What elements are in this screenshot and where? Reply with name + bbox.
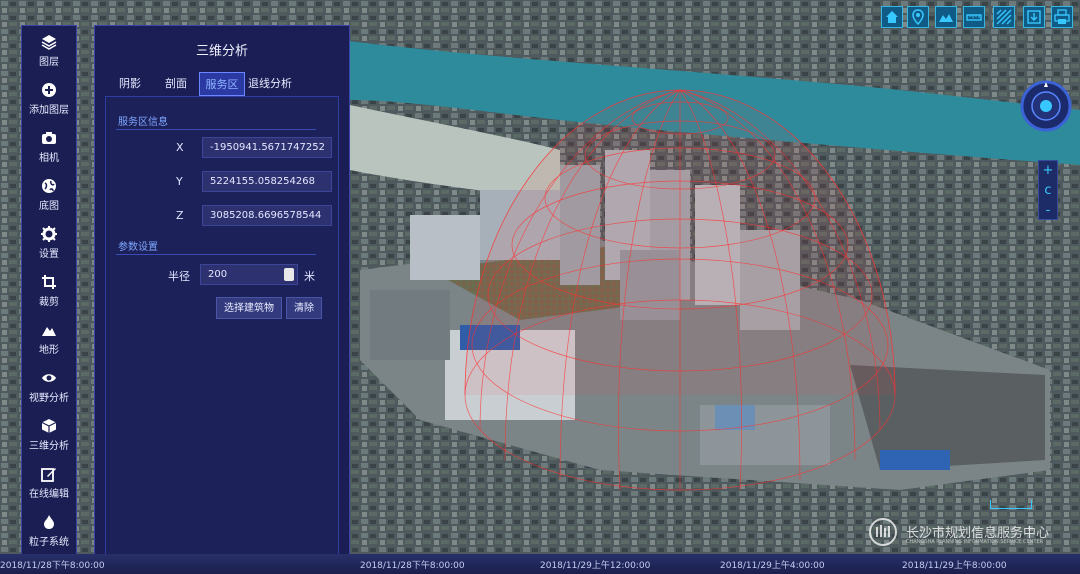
divider xyxy=(116,254,316,255)
ruler-icon[interactable] xyxy=(963,6,985,28)
service-area-content: 服务区信息 X -1950941.5671747252 Y 5224155.05… xyxy=(105,96,339,566)
tab-shadow[interactable]: 阴影 xyxy=(119,72,141,96)
service-info-heading: 服务区信息 xyxy=(118,117,168,128)
sidebar-item-label: 图层 xyxy=(39,57,59,68)
sidebar-item-basemap[interactable]: 底图 xyxy=(22,172,76,220)
sidebar-item-label: 底图 xyxy=(39,201,59,212)
hatch-area-icon[interactable] xyxy=(993,6,1015,28)
y-field[interactable]: 5224155.058254268 xyxy=(202,171,332,192)
radius-stepper[interactable]: 200 xyxy=(200,264,298,285)
fire-icon xyxy=(22,514,76,530)
sidebar-item-layers[interactable]: 图层 xyxy=(22,28,76,76)
timeline-bar[interactable]: 2018/11/28下午8:00:00 2018/11/28下午8:00:00 … xyxy=(0,554,1080,574)
sidebar-item-particle-system[interactable]: 粒子系统 xyxy=(22,508,76,556)
camera-icon xyxy=(22,130,76,146)
stepper-arrows-icon[interactable] xyxy=(284,268,294,281)
radius-value: 200 xyxy=(208,269,228,280)
left-sidebar: 图层 添加图层 相机 底图 设置 裁剪 地形 视野分析 三维分析 在线编辑 粒子… xyxy=(21,25,77,573)
sidebar-item-camera[interactable]: 相机 xyxy=(22,124,76,172)
mountain-icon xyxy=(22,322,76,338)
sidebar-item-label: 添加图层 xyxy=(29,105,69,116)
compass-navigator[interactable] xyxy=(1020,80,1072,132)
panel-title: 三维分析 xyxy=(195,44,248,59)
sidebar-item-label: 地形 xyxy=(39,345,59,356)
layers-icon xyxy=(22,34,76,50)
timeline-tick: 2018/11/29上午8:00:00 xyxy=(902,561,1007,571)
logo-icon xyxy=(869,518,897,546)
params-heading: 参数设置 xyxy=(118,242,158,253)
x-label: X xyxy=(176,141,184,154)
sidebar-item-online-edit[interactable]: 在线编辑 xyxy=(22,460,76,508)
crop-icon xyxy=(22,274,76,290)
z-field[interactable]: 3085208.6696578544 xyxy=(202,205,332,226)
sidebar-item-label: 在线编辑 xyxy=(29,489,69,500)
sidebar-item-viewshed[interactable]: 视野分析 xyxy=(22,364,76,412)
tab-service-area[interactable]: 服务区 xyxy=(199,72,245,96)
timeline-tick: 2018/11/28下午8:00:00 xyxy=(0,561,105,571)
sidebar-item-3d-analysis[interactable]: 三维分析 xyxy=(22,412,76,460)
tab-setback-analysis[interactable]: 退线分析 xyxy=(248,72,292,96)
landscape-icon[interactable] xyxy=(935,6,957,28)
sidebar-item-crop[interactable]: 裁剪 xyxy=(22,268,76,316)
cube-icon xyxy=(22,418,76,434)
zoom-out-button[interactable]: - xyxy=(1039,201,1057,221)
y-label: Y xyxy=(176,175,183,188)
x-field[interactable]: -1950941.5671747252 xyxy=(202,137,332,158)
sidebar-item-label: 视野分析 xyxy=(29,393,69,404)
export-icon[interactable] xyxy=(1023,6,1045,28)
divider xyxy=(116,129,316,130)
gear-icon xyxy=(22,226,76,242)
sidebar-item-label: 裁剪 xyxy=(39,297,59,308)
zoom-control: + c - xyxy=(1038,160,1058,220)
sidebar-item-label: 粒子系统 xyxy=(29,537,69,548)
zoom-in-button[interactable]: + xyxy=(1039,161,1057,181)
timeline-tick: 2018/11/28下午8:00:00 xyxy=(360,561,465,571)
sidebar-item-settings[interactable]: 设置 xyxy=(22,220,76,268)
tab-profile[interactable]: 剖面 xyxy=(165,72,187,96)
3d-analysis-panel: 三维分析 阴影 剖面 服务区 退线分析 服务区信息 X -1950941.567… xyxy=(94,25,350,573)
home-icon[interactable] xyxy=(881,6,903,28)
sidebar-item-add-layer[interactable]: 添加图层 xyxy=(22,76,76,124)
sidebar-item-label: 相机 xyxy=(39,153,59,164)
radius-unit: 米 xyxy=(304,270,315,283)
radius-label: 半径 xyxy=(168,270,190,283)
watermark-subtitle: CHANGSHA PLANNING INFORMATION SERVICE CE… xyxy=(906,539,1044,545)
timeline-tick: 2018/11/29上午12:00:00 xyxy=(540,561,651,571)
select-building-button[interactable]: 选择建筑物 xyxy=(216,297,282,319)
eye-icon xyxy=(22,370,76,386)
timeline-tick: 2018/11/29上午4:00:00 xyxy=(720,561,825,571)
scale-bar xyxy=(990,500,1032,509)
sidebar-item-label: 设置 xyxy=(39,249,59,260)
plus-circle-icon xyxy=(22,82,76,98)
location-pin-icon[interactable] xyxy=(907,6,929,28)
edit-icon xyxy=(22,466,76,482)
sidebar-item-terrain[interactable]: 地形 xyxy=(22,316,76,364)
clear-button[interactable]: 清除 xyxy=(286,297,322,319)
zoom-reset-button[interactable]: c xyxy=(1039,181,1057,201)
print-icon[interactable] xyxy=(1051,6,1073,28)
sidebar-item-label: 三维分析 xyxy=(29,441,69,452)
z-label: Z xyxy=(176,209,184,222)
globe-icon xyxy=(22,178,76,194)
